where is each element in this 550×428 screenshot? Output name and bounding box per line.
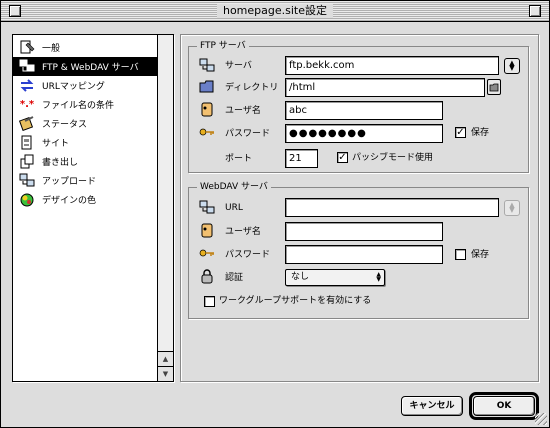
site-icon <box>18 135 36 151</box>
sidebar-item-label: 書き出し <box>42 158 79 168</box>
sidebar-item-site[interactable]: サイト <box>13 133 157 152</box>
sidebar-item-general[interactable]: 一般 <box>13 38 157 57</box>
design-color-icon <box>18 192 36 208</box>
webdav-group-title: WebDAV サーバ <box>197 181 271 193</box>
user-icon <box>199 222 215 238</box>
resize-grip[interactable] <box>535 413 547 425</box>
ftp-port-label: ポート <box>225 154 253 164</box>
title-bar[interactable]: homepage.site設定 <box>1 1 549 22</box>
webdav-url-input[interactable] <box>285 198 499 217</box>
sidebar-item-export[interactable]: 書き出し <box>13 152 157 171</box>
ftp-password-label: パスワード <box>225 129 271 139</box>
window-title: homepage.site設定 <box>216 4 334 18</box>
user-icon <box>199 101 215 117</box>
ftp-server-group: FTP サーバ サーバ ftp.bekk.com ▲ ▼ ディレクトリ /html… <box>188 40 529 173</box>
cancel-button[interactable]: キャンセル <box>401 396 463 416</box>
ftp-port-input[interactable]: 21 <box>285 149 318 168</box>
folder-icon <box>199 78 215 94</box>
webdav-username-input[interactable] <box>285 222 443 241</box>
zoom-box[interactable] <box>529 5 541 17</box>
ftp-server-input[interactable]: ftp.bekk.com <box>285 56 499 75</box>
webdav-save-password-checkbox[interactable] <box>455 249 466 260</box>
webdav-auth-popup[interactable]: なし ▲ ▼ <box>285 269 385 286</box>
passive-mode-checkbox[interactable]: ✓ <box>337 152 348 163</box>
sidebar-item-status[interactable]: ステータス <box>13 114 157 133</box>
close-box[interactable] <box>9 5 21 17</box>
ftp-server-label: サーバ <box>225 61 252 71</box>
server-icon <box>199 57 215 73</box>
webdav-password-label: パスワード <box>225 250 271 260</box>
scroll-up-arrow[interactable]: ▲ <box>158 351 173 366</box>
sidebar-item-design-color[interactable]: デザインの色 <box>13 190 157 209</box>
ftp-username-label: ユーザ名 <box>225 106 261 116</box>
passive-mode-label: パッシブモード使用 <box>352 153 434 163</box>
sidebar-item-label: デザインの色 <box>42 196 97 206</box>
ok-button[interactable]: OK <box>473 396 535 416</box>
export-icon <box>18 154 36 170</box>
ftp-group-title: FTP サーバ <box>197 40 249 52</box>
sidebar-item-url-mapping[interactable]: URLマッピング <box>13 76 157 95</box>
webdav-save-label: 保存 <box>471 250 490 260</box>
key-icon <box>199 124 215 140</box>
webdav-username-label: ユーザ名 <box>225 227 261 237</box>
webdav-auth-label: 認証 <box>225 273 244 283</box>
webdav-password-input[interactable] <box>285 245 443 264</box>
sidebar-scrollbar[interactable]: ▲ ▼ <box>157 35 173 381</box>
webdav-url-label: URL <box>225 203 243 213</box>
lock-icon <box>199 268 215 284</box>
sidebar-item-label: アップロード <box>42 177 97 187</box>
sidebar-item-upload[interactable]: アップロード <box>13 171 157 190</box>
status-icon <box>18 116 36 132</box>
webdav-auth-value: なし <box>291 272 310 282</box>
ftp-directory-label: ディレクトリ <box>225 83 279 93</box>
sidebar-item-label: URLマッピング <box>42 82 105 92</box>
webdav-url-history-button[interactable]: ▲ ▼ <box>504 200 520 216</box>
server-icon <box>199 199 215 215</box>
general-icon <box>18 40 36 56</box>
ftp-save-password-checkbox[interactable]: ✓ <box>455 127 466 138</box>
sidebar-item-label: サイト <box>42 139 70 149</box>
ftp-username-input[interactable]: abc <box>285 101 443 120</box>
upload-icon <box>18 173 36 189</box>
settings-category-list: 一般 FTP & WebDAV サーバ URLマッピング *.* ファイル名の条… <box>12 34 174 382</box>
sidebar-item-label: ファイル名の条件 <box>42 101 115 111</box>
url-mapping-icon <box>18 78 36 94</box>
key-icon <box>199 245 215 261</box>
workgroup-support-label: ワークグループサポートを有効にする <box>219 296 372 306</box>
ftp-save-label: 保存 <box>471 128 490 138</box>
ftp-server-history-button[interactable]: ▲ ▼ <box>504 58 520 74</box>
browse-directory-button[interactable] <box>487 79 501 95</box>
server-icon <box>18 59 36 75</box>
filename-rule-icon: *.* <box>19 99 35 110</box>
sidebar-item-label: FTP & WebDAV サーバ <box>42 63 139 73</box>
sidebar-item-filename-rules[interactable]: *.* ファイル名の条件 <box>13 95 157 114</box>
server-settings-panel: FTP サーバ サーバ ftp.bekk.com ▲ ▼ ディレクトリ /html… <box>180 34 539 382</box>
sidebar-item-label: ステータス <box>42 120 88 130</box>
settings-window: homepage.site設定 一般 FTP & WebDAV サーバ URLマ… <box>0 0 550 428</box>
workgroup-support-checkbox[interactable] <box>204 296 215 307</box>
sidebar-item-ftp-webdav[interactable]: FTP & WebDAV サーバ <box>13 57 157 76</box>
browse-folder-icon <box>489 83 499 91</box>
ftp-directory-input[interactable]: /html <box>285 78 485 97</box>
webdav-server-group: WebDAV サーバ URL ▲ ▼ ユーザ名 パスワード 保存 認証 なし ▲… <box>188 181 529 319</box>
sidebar-item-label: 一般 <box>42 44 61 54</box>
scroll-down-arrow[interactable]: ▼ <box>158 366 173 381</box>
popup-arrows-icon: ▲ ▼ <box>376 271 381 283</box>
ftp-password-input[interactable]: ●●●●●●●● <box>285 124 443 143</box>
